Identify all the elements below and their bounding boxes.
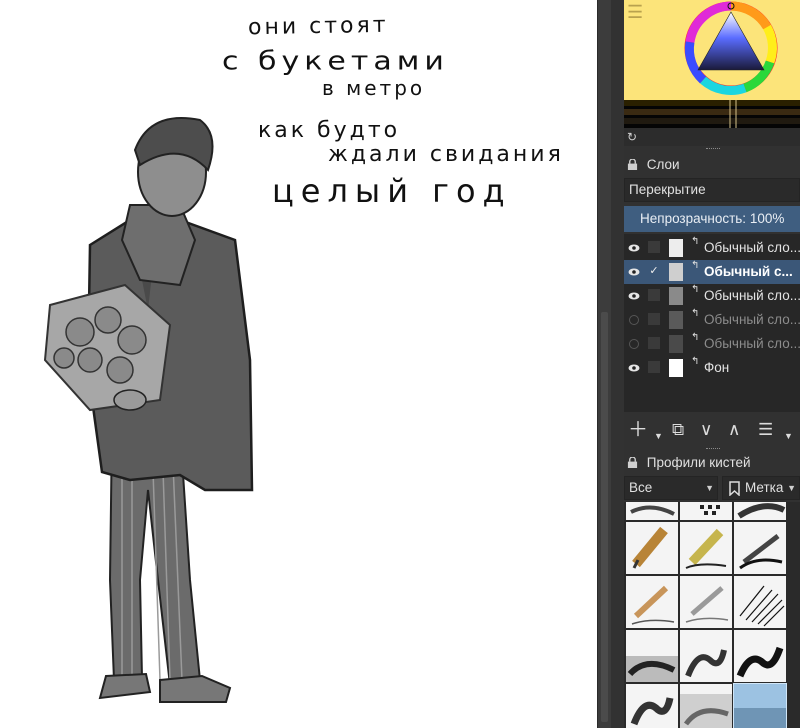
alpha-lock-indicator: ↰ bbox=[691, 284, 700, 295]
layer-name: Обычный сло... bbox=[704, 336, 800, 351]
brush-preset[interactable] bbox=[680, 522, 732, 574]
brush-preset-grid bbox=[624, 502, 800, 728]
layer-name: Обычный с... bbox=[704, 264, 793, 279]
layer-row[interactable]: ↰ Обычный сло... bbox=[624, 236, 800, 260]
canvas-text-line-5: ждали свидания bbox=[328, 142, 564, 167]
brush-preset[interactable] bbox=[734, 522, 786, 574]
alpha-lock-indicator: ↰ bbox=[691, 260, 700, 271]
brush-preset[interactable] bbox=[626, 522, 678, 574]
blend-mode-value: Перекрытие bbox=[629, 182, 706, 197]
refresh-icon[interactable]: ↻ bbox=[627, 130, 637, 144]
brush-filter-value: Все bbox=[629, 480, 653, 495]
layer-select-checkbox[interactable] bbox=[648, 241, 660, 253]
brush-presets-header: Профили кистей bbox=[624, 453, 800, 473]
brush-preset[interactable] bbox=[626, 502, 678, 520]
opacity-slider[interactable]: Непрозрачность: 100% bbox=[624, 206, 800, 232]
scrollbar-thumb[interactable] bbox=[601, 312, 608, 722]
brush-preset[interactable] bbox=[626, 684, 678, 728]
brush-filter-bar: Все ▼ Метка ▼ bbox=[624, 476, 800, 500]
layer-thumbnail bbox=[669, 287, 683, 305]
grip-handle[interactable] bbox=[706, 448, 720, 452]
layer-select-checkbox[interactable] bbox=[648, 361, 660, 373]
brush-preset-selected[interactable] bbox=[733, 683, 787, 728]
blend-mode-select[interactable]: Перекрытие bbox=[624, 178, 800, 202]
eye-icon[interactable] bbox=[628, 290, 640, 302]
canvas-text-line-6: целый год bbox=[272, 172, 512, 210]
layer-row[interactable]: ↰ Фон bbox=[624, 356, 800, 380]
brush-preset[interactable] bbox=[680, 684, 732, 728]
layer-select-checkbox[interactable] bbox=[648, 337, 660, 349]
alpha-lock-indicator: ↰ bbox=[691, 236, 700, 247]
layers-header: Слои bbox=[624, 155, 800, 175]
layer-row-active[interactable]: ✓ ↰ Обычный с... bbox=[624, 260, 800, 284]
brush-preset[interactable] bbox=[626, 630, 678, 682]
canvas-text-line-1: они стоят bbox=[247, 12, 389, 41]
grip-handle[interactable] bbox=[706, 148, 720, 152]
layer-name: Обычный сло... bbox=[704, 288, 800, 303]
docker-panel: ☰ ↻ Слои Перекрытие Непрозрачность: 100%… bbox=[624, 0, 800, 728]
layer-name: Обычный сло... bbox=[704, 312, 800, 327]
color-toolbar: ↻ bbox=[624, 128, 800, 149]
bookmark-icon bbox=[729, 481, 740, 496]
brush-tag-button[interactable]: Метка ▼ bbox=[722, 476, 800, 500]
layer-select-checkbox[interactable] bbox=[648, 289, 660, 301]
opacity-value: 100% bbox=[749, 211, 785, 226]
character-illustration bbox=[43, 117, 254, 703]
brush-preset[interactable] bbox=[680, 630, 732, 682]
layer-list: ↰ Обычный сло... ✓ ↰ Обычный с... ↰ Обыч… bbox=[624, 234, 800, 412]
canvas-vertical-scrollbar[interactable] bbox=[597, 0, 612, 728]
layer-row[interactable]: ↰ Обычный сло... bbox=[624, 308, 800, 332]
color-wheel[interactable] bbox=[681, 0, 781, 100]
brush-tag-label: Метка bbox=[745, 480, 784, 495]
sliders-icon[interactable]: ☰ bbox=[758, 418, 773, 442]
layer-name: Фон bbox=[704, 360, 730, 375]
brush-presets-label: Профили кистей bbox=[646, 455, 751, 470]
layer-select-checkbox[interactable]: ✓ bbox=[648, 265, 660, 277]
eye-icon[interactable] bbox=[628, 266, 640, 278]
layer-thumbnail bbox=[669, 311, 683, 329]
chevron-down-icon: ▼ bbox=[705, 483, 714, 493]
duplicate-icon[interactable]: ⧉ bbox=[672, 418, 684, 442]
color-selector[interactable]: ☰ bbox=[624, 0, 800, 100]
eye-hidden-icon[interactable] bbox=[628, 338, 640, 350]
layer-select-checkbox[interactable] bbox=[648, 313, 660, 325]
chevron-down-icon[interactable]: ∨ bbox=[700, 418, 712, 442]
brush-preset[interactable] bbox=[680, 576, 732, 628]
brush-preset[interactable] bbox=[680, 502, 732, 520]
panel-divider bbox=[611, 0, 624, 728]
chevron-down-icon[interactable]: ▼ bbox=[784, 424, 793, 448]
eye-icon[interactable] bbox=[628, 362, 640, 374]
lock-icon[interactable] bbox=[627, 457, 638, 468]
brush-preset[interactable] bbox=[734, 502, 786, 520]
alpha-lock-indicator: ↰ bbox=[691, 356, 700, 367]
menu-icon[interactable]: ☰ bbox=[627, 2, 647, 22]
canvas-text-line-2: с букетами bbox=[222, 46, 449, 77]
eye-icon[interactable] bbox=[628, 242, 640, 254]
color-history-strip[interactable] bbox=[624, 100, 800, 128]
alpha-lock-indicator: ↰ bbox=[691, 332, 700, 343]
layer-thumbnail bbox=[669, 359, 683, 377]
chevron-up-icon[interactable]: ∧ bbox=[728, 418, 740, 442]
plus-icon[interactable]: ＋ bbox=[628, 418, 648, 442]
layer-name: Обычный сло... bbox=[704, 240, 800, 255]
brush-preset[interactable] bbox=[734, 630, 786, 682]
layer-toolbar: ＋ ▼ ⧉ ∨ ∧ ☰ ▼ bbox=[624, 416, 800, 444]
layer-thumbnail bbox=[669, 263, 683, 281]
eye-hidden-icon[interactable] bbox=[628, 314, 640, 326]
lock-icon[interactable] bbox=[627, 159, 638, 170]
layer-row[interactable]: ↰ Обычный сло... bbox=[624, 284, 800, 308]
canvas-text-line-3: в метро bbox=[322, 76, 426, 100]
brush-preset[interactable] bbox=[734, 576, 786, 628]
layers-header-label: Слои bbox=[646, 157, 680, 172]
brush-filter-select[interactable]: Все ▼ bbox=[624, 476, 718, 500]
opacity-label: Непрозрачность: bbox=[640, 211, 747, 226]
layer-row[interactable]: ↰ Обычный сло... bbox=[624, 332, 800, 356]
layer-thumbnail bbox=[669, 335, 683, 353]
alpha-lock-indicator: ↰ bbox=[691, 308, 700, 319]
layer-thumbnail bbox=[669, 239, 683, 257]
drawing-canvas[interactable]: они стоят с букетами в метро как будто ж… bbox=[0, 0, 597, 728]
chevron-down-icon: ▼ bbox=[787, 483, 796, 493]
chevron-down-icon[interactable]: ▼ bbox=[654, 424, 663, 448]
brush-preset[interactable] bbox=[626, 576, 678, 628]
